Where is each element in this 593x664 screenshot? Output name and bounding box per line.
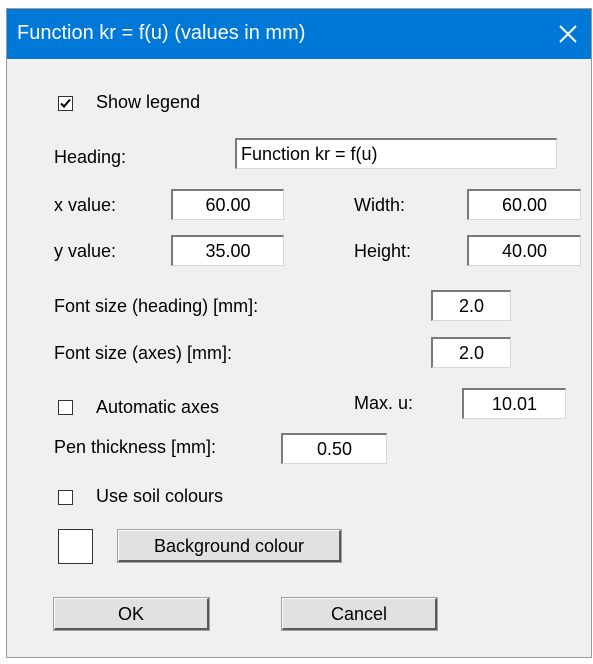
cancel-button[interactable]: Cancel [282,598,437,630]
automatic-axes-label: Automatic axes [96,397,220,417]
max-u-input[interactable] [462,388,566,419]
background-colour-button[interactable]: Background colour [118,530,341,562]
automatic-axes-checkbox[interactable] [58,400,73,415]
dialog-window: Function kr = f(u) (values in mm) Show l… [6,8,592,658]
background-colour-swatch[interactable] [58,529,93,564]
show-legend-checkbox[interactable] [58,96,73,111]
window-title: Function kr = f(u) (values in mm) [17,22,306,44]
y-value-label: y value: [54,241,117,261]
height-input[interactable] [467,235,581,266]
checkmark-icon [60,98,71,108]
font-size-axes-input[interactable] [431,337,511,368]
close-icon [559,25,577,43]
font-size-axes-label: Font size (axes) [mm]: [54,343,233,363]
ok-button[interactable]: OK [54,598,209,630]
use-soil-colours-checkbox[interactable] [58,490,73,505]
pen-thickness-input[interactable] [281,433,387,464]
width-input[interactable] [467,189,581,220]
heading-input[interactable] [235,138,557,169]
show-legend-label: Show legend [96,92,201,112]
font-size-heading-label: Font size (heading) [mm]: [54,296,259,316]
font-size-heading-input[interactable] [431,290,511,321]
x-value-input[interactable] [171,189,284,220]
title-bar: Function kr = f(u) (values in mm) [7,9,591,59]
max-u-label: Max. u: [354,393,414,413]
width-label: Width: [354,195,406,215]
y-value-input[interactable] [171,235,284,266]
close-button[interactable] [545,9,591,59]
use-soil-colours-label: Use soil colours [96,486,224,506]
height-label: Height: [354,241,412,261]
pen-thickness-label: Pen thickness [mm]: [54,437,217,457]
x-value-label: x value: [54,195,117,215]
heading-label: Heading: [54,147,127,167]
